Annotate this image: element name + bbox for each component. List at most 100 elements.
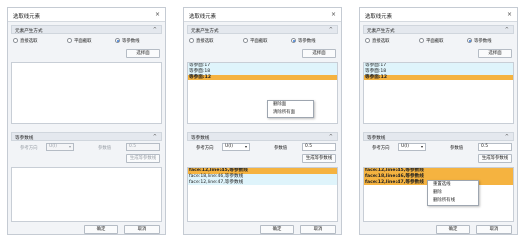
radio-label: 等参数线: [474, 39, 492, 44]
cancel-button[interactable]: 取消: [300, 225, 336, 234]
chevron-up-icon[interactable]: ^: [153, 27, 157, 33]
radio-checked-icon[interactable]: [467, 38, 472, 43]
face-list-item-selected[interactable]: 等参面:12: [364, 74, 513, 81]
menu-item-delete-all-lines[interactable]: 删除所有线: [428, 197, 478, 205]
chevron-up-icon[interactable]: ^: [329, 134, 333, 140]
radio-label: 平面截取: [74, 39, 92, 44]
section-label: 元素产生方式: [367, 28, 395, 34]
direction-value: U(I): [225, 144, 233, 149]
menu-item-reset-lines[interactable]: 重置选线: [428, 181, 478, 189]
generation-radio-group: 直接选取 平面截取 等参数线: [187, 36, 338, 47]
select-line-dialog-3: 选取线元素 × 元素产生方式 ^ 直接选取 平面截取 等参数线 选择面 等参面:…: [359, 7, 518, 235]
radio-checked-icon[interactable]: [291, 38, 296, 43]
chevron-down-icon[interactable]: ▾: [245, 144, 247, 150]
param-value-input[interactable]: 0.5: [126, 143, 160, 151]
chevron-down-icon[interactable]: ▾: [69, 144, 71, 150]
radio-label: 平面截取: [426, 39, 444, 44]
direction-label: 参考方向: [20, 146, 38, 151]
title-bar: 选取线元素 ×: [360, 8, 517, 22]
line-context-menu: 重置选线 删除 删除所有线: [427, 180, 479, 206]
direction-select[interactable]: U(I) ▾: [398, 143, 426, 151]
radio-plane-cut[interactable]: 平面截取: [67, 38, 92, 44]
result-list-item[interactable]: face:12,line:47,等参数线: [188, 179, 337, 186]
section-label: 元素产生方式: [15, 28, 43, 34]
direction-value: U(I): [49, 144, 57, 149]
face-list[interactable]: 等参面:17 等参面:18 等参面:12: [363, 62, 514, 124]
radio-circle-icon[interactable]: [67, 38, 72, 43]
section-label: 元素产生方式: [191, 28, 219, 34]
close-icon[interactable]: ×: [331, 11, 336, 18]
select-face-button[interactable]: 选择面: [302, 49, 336, 58]
select-face-button[interactable]: 选择面: [126, 49, 160, 58]
menu-item-delete[interactable]: 删除: [428, 189, 478, 197]
generation-section-header[interactable]: 元素产生方式 ^: [11, 25, 162, 34]
chevron-up-icon[interactable]: ^: [329, 27, 333, 33]
radio-label: 直接选取: [20, 39, 38, 44]
param-label: 参数值: [274, 146, 288, 151]
face-list[interactable]: [11, 62, 162, 124]
radio-isoline[interactable]: 等参数线: [467, 38, 492, 44]
radio-label: 等参数线: [298, 39, 316, 44]
result-list[interactable]: [11, 167, 162, 222]
radio-direct-select[interactable]: 直接选取: [13, 38, 38, 44]
param-label: 参数值: [450, 146, 464, 151]
ok-button[interactable]: 确定: [436, 225, 470, 234]
dialog-title: 选取线元素: [13, 14, 40, 20]
isoline-section-header[interactable]: 等参数线 ^: [11, 132, 162, 141]
close-icon[interactable]: ×: [507, 11, 512, 18]
direction-label: 参考方向: [196, 146, 214, 151]
radio-label: 直接选取: [372, 39, 390, 44]
radio-circle-icon[interactable]: [189, 38, 194, 43]
chevron-up-icon[interactable]: ^: [505, 27, 509, 33]
radio-circle-icon[interactable]: [13, 38, 18, 43]
param-value-input[interactable]: 0.5: [478, 143, 512, 151]
section-label: 等参数线: [367, 135, 386, 141]
generate-isoline-button[interactable]: 生成等参数线: [126, 154, 160, 163]
title-bar: 选取线元素 ×: [184, 8, 341, 22]
generate-isoline-button[interactable]: 生成等参数线: [478, 154, 512, 163]
radio-direct-select[interactable]: 直接选取: [365, 38, 390, 44]
menu-item-delete-face[interactable]: 删除面: [268, 101, 313, 109]
direction-select[interactable]: U(I) ▾: [222, 143, 250, 151]
chevron-down-icon[interactable]: ▾: [421, 144, 423, 150]
direction-value: U(I): [401, 144, 409, 149]
radio-direct-select[interactable]: 直接选取: [189, 38, 214, 44]
menu-item-clear-all-faces[interactable]: 清除所有面: [268, 109, 313, 117]
result-list[interactable]: face:12,line:45,等参数线 face:18,line:46,等参数…: [187, 167, 338, 222]
section-label: 等参数线: [191, 135, 210, 141]
select-face-button[interactable]: 选择面: [478, 49, 512, 58]
param-label: 参数值: [98, 146, 112, 151]
cancel-button[interactable]: 取消: [124, 225, 160, 234]
face-list[interactable]: 等参面:17 等参面:18 等参面:12: [187, 62, 338, 124]
chevron-up-icon[interactable]: ^: [505, 134, 509, 140]
direction-label: 参考方向: [372, 146, 390, 151]
param-value-input[interactable]: 0.5: [302, 143, 336, 151]
select-line-dialog-1: 选取线元素 × 元素产生方式 ^ 直接选取 平面截取 等参数线 选择面 等参数线…: [7, 7, 166, 235]
radio-isoline[interactable]: 等参数线: [291, 38, 316, 44]
close-icon[interactable]: ×: [155, 11, 160, 18]
title-bar: 选取线元素 ×: [8, 8, 165, 22]
generation-section-header[interactable]: 元素产生方式 ^: [187, 25, 338, 34]
radio-plane-cut[interactable]: 平面截取: [243, 38, 268, 44]
radio-checked-icon[interactable]: [115, 38, 120, 43]
ok-button[interactable]: 确定: [84, 225, 118, 234]
face-list-item-selected[interactable]: 等参面:12: [188, 74, 337, 81]
isoline-section-header[interactable]: 等参数线 ^: [187, 132, 338, 141]
radio-isoline[interactable]: 等参数线: [115, 38, 140, 44]
ok-button[interactable]: 确定: [260, 225, 294, 234]
generation-section-header[interactable]: 元素产生方式 ^: [363, 25, 514, 34]
radio-label: 直接选取: [196, 39, 214, 44]
dialog-title: 选取线元素: [189, 14, 216, 20]
radio-circle-icon[interactable]: [243, 38, 248, 43]
direction-select[interactable]: U(I) ▾: [46, 143, 74, 151]
radio-circle-icon[interactable]: [419, 38, 424, 43]
isoline-section-header[interactable]: 等参数线 ^: [363, 132, 514, 141]
cancel-button[interactable]: 取消: [476, 225, 512, 234]
radio-plane-cut[interactable]: 平面截取: [419, 38, 444, 44]
generate-isoline-button[interactable]: 生成等参数线: [302, 154, 336, 163]
face-context-menu: 删除面 清除所有面: [267, 100, 314, 118]
generation-radio-group: 直接选取 平面截取 等参数线: [363, 36, 514, 47]
radio-circle-icon[interactable]: [365, 38, 370, 43]
chevron-up-icon[interactable]: ^: [153, 134, 157, 140]
generation-radio-group: 直接选取 平面截取 等参数线: [11, 36, 162, 47]
